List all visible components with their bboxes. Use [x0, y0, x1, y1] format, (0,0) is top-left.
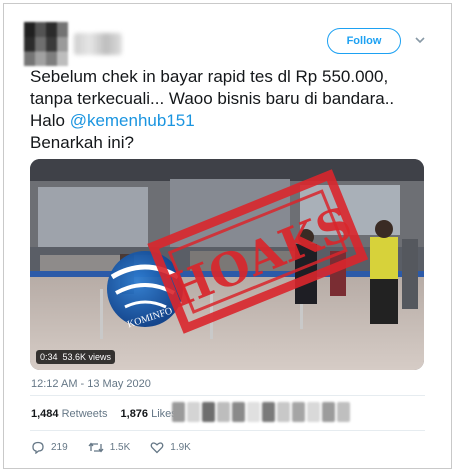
likes-count: 1,876 [120, 408, 149, 420]
video-frame: KOMINFO HOAKS [30, 159, 424, 370]
retweets-count: 1,484 [31, 408, 59, 420]
divider [30, 395, 425, 396]
user-avatar[interactable] [24, 22, 68, 66]
follow-button[interactable]: Follow [327, 28, 401, 54]
engagement-stats: 1,484 Retweets 1,876 Likes [31, 408, 187, 420]
chevron-down-icon[interactable] [414, 34, 426, 46]
retweet-icon [88, 442, 104, 453]
like-count: 1.9K [170, 442, 191, 453]
video-duration: 0:34 [40, 352, 58, 362]
liker-avatars-redacted[interactable] [172, 402, 350, 422]
likes-stat[interactable]: 1,876 Likes [121, 408, 177, 420]
tweet-text-end: Benarkah ini? [30, 133, 134, 152]
retweets-stat[interactable]: 1,484 Retweets [31, 408, 107, 420]
heart-icon [150, 442, 164, 454]
mention-link[interactable]: @kemenhub151 [70, 111, 195, 130]
retweets-label: Retweets [61, 408, 108, 420]
retweet-button[interactable]: 1.5K [88, 441, 131, 454]
tweet-text: Sebelum chek in bayar rapid tes dl Rp 55… [30, 66, 425, 154]
like-button[interactable]: 1.9K [150, 441, 191, 454]
reply-button[interactable]: 219 [31, 441, 68, 454]
tweet-timestamp[interactable]: 12:12 AM - 13 May 2020 [31, 378, 151, 390]
reply-icon [32, 441, 44, 454]
user-name-redacted[interactable] [74, 33, 122, 55]
video-info-badge: 0:34 53.6K views [36, 350, 116, 364]
video-player[interactable]: KOMINFO HOAKS [30, 159, 424, 370]
tweet-actions: 219 1.5K 1.9K [31, 441, 191, 454]
divider [30, 430, 425, 431]
retweet-count: 1.5K [109, 442, 131, 453]
reply-count: 219 [51, 442, 68, 453]
video-views: 53.6K views [62, 352, 112, 362]
